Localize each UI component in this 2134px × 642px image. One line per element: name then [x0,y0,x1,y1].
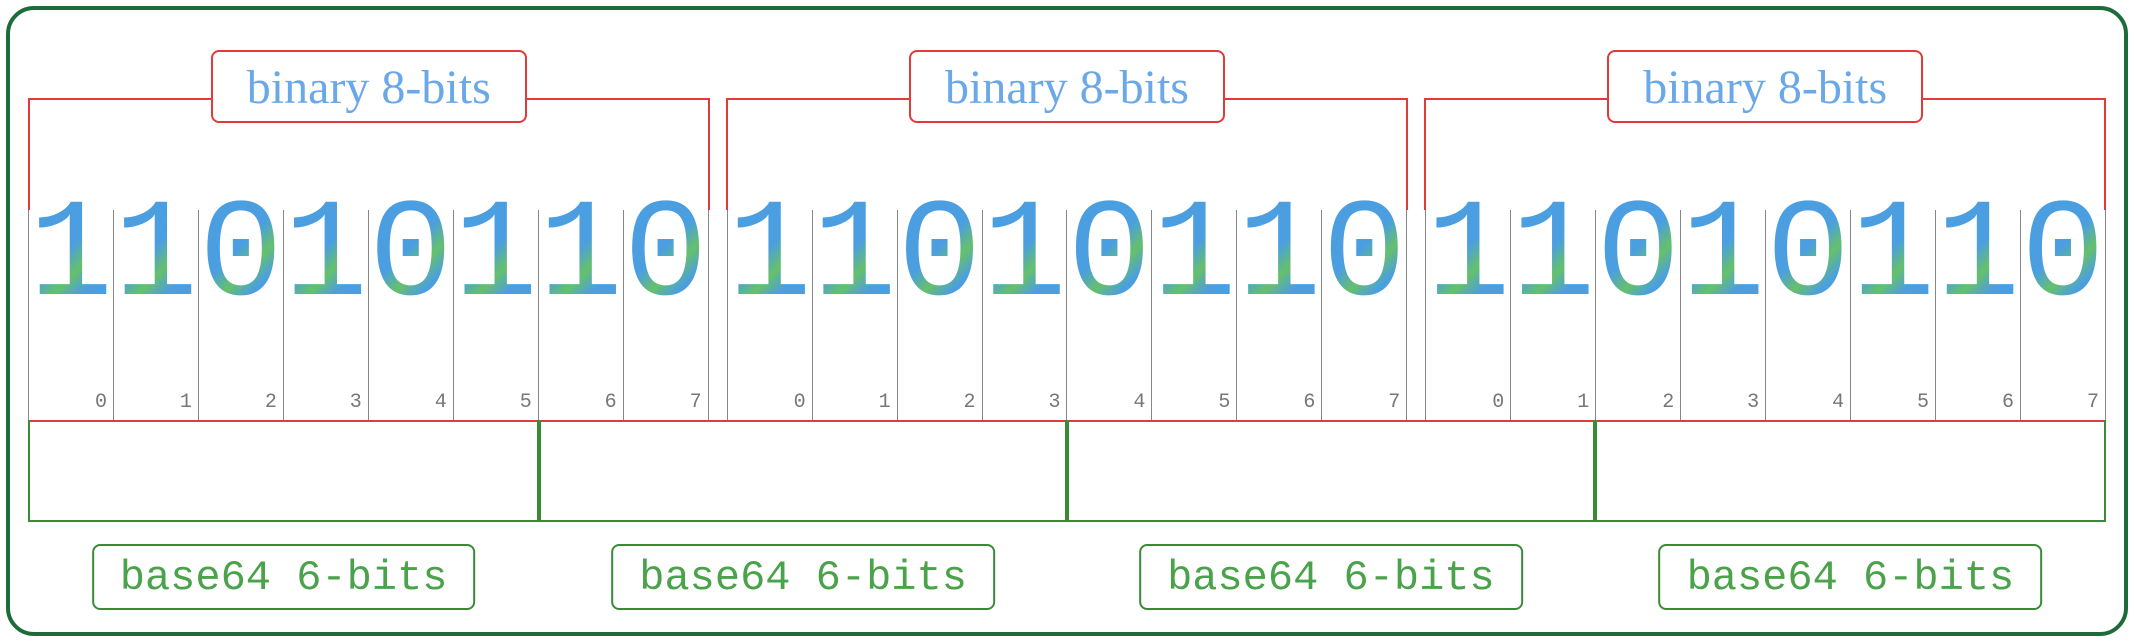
base64-group-3: base64 6-bits [1595,420,2106,610]
bit-index: 0 [1492,391,1504,414]
bit-cell: 02 [897,210,983,420]
bit-index: 4 [1133,391,1145,414]
bit-cells: 10 11 02 13 04 15 16 07 10 11 02 13 04 1… [28,210,2106,420]
base64-label-box: base64 6-bits [1139,544,1523,610]
bit-index: 5 [1917,391,1929,414]
binary-label: binary 8-bits [1643,61,1887,114]
byte-2: 10 11 02 13 04 15 16 07 [1425,210,2106,420]
bit-value: 1 [1237,188,1321,328]
bit-cell: 04 [368,210,454,420]
byte-0: 10 11 02 13 04 15 16 07 [28,210,709,420]
bit-cell: 11 [113,210,199,420]
byte-1: 10 11 02 13 04 15 16 07 [727,210,1408,420]
bit-value: 0 [1067,188,1151,328]
bit-index: 1 [879,391,891,414]
bit-index: 1 [180,391,192,414]
bit-value: 0 [1322,188,1406,328]
bit-cell: 15 [453,210,539,420]
bit-cell: 16 [538,210,624,420]
bit-value: 1 [983,188,1067,328]
bit-index: 5 [520,391,532,414]
bit-value: 1 [813,188,897,328]
bit-cell: 10 [28,210,114,420]
bit-cell: 04 [1066,210,1152,420]
bit-cell: 11 [1510,210,1596,420]
bit-index: 2 [1662,391,1674,414]
bit-cell: 16 [1935,210,2021,420]
bit-cell: 02 [198,210,284,420]
bit-value: 0 [1766,188,1850,328]
base64-label: base64 6-bits [1167,554,1495,602]
bit-value: 1 [1426,188,1510,328]
bit-value: 0 [624,188,708,328]
bit-value: 1 [454,188,538,328]
bit-cell: 13 [1680,210,1766,420]
bit-value: 1 [539,188,623,328]
bit-value: 1 [114,188,198,328]
bit-value: 0 [369,188,453,328]
bit-value: 1 [1152,188,1236,328]
bit-value: 0 [898,188,982,328]
bit-cell: 13 [982,210,1068,420]
bit-index: 3 [1048,391,1060,414]
base64-label-box: base64 6-bits [1659,544,2043,610]
bit-value: 1 [29,188,113,328]
bit-index: 7 [690,391,702,414]
bit-cell: 07 [623,210,709,420]
base64-brackets: base64 6-bits base64 6-bits base64 6-bit… [28,420,2106,610]
base64-label: base64 6-bits [1687,554,2015,602]
bit-value: 1 [1851,188,1935,328]
bit-index: 6 [605,391,617,414]
binary-label: binary 8-bits [247,61,491,114]
bit-value: 1 [1681,188,1765,328]
bit-cell: 11 [812,210,898,420]
bit-cell: 02 [1595,210,1681,420]
base64-group-2: base64 6-bits [1067,420,1595,610]
base64-group-0: base64 6-bits [28,420,539,610]
base64-label: base64 6-bits [120,554,448,602]
bit-index: 0 [95,391,107,414]
bit-value: 0 [2021,188,2105,328]
bit-index: 2 [265,391,277,414]
base64-label-box: base64 6-bits [611,544,995,610]
bit-cell: 07 [1321,210,1407,420]
bit-index: 6 [1303,391,1315,414]
bit-cell: 10 [1425,210,1511,420]
binary-label-box: binary 8-bits [1607,50,1923,123]
bit-value: 0 [1596,188,1680,328]
bit-value: 0 [199,188,283,328]
binary-label-box: binary 8-bits [909,50,1225,123]
bit-index: 3 [350,391,362,414]
bit-cell: 15 [1151,210,1237,420]
bit-cell: 16 [1236,210,1322,420]
diagram-content: binary 8-bits binary 8-bits binary 8-bit… [28,50,2106,606]
bit-index: 0 [794,391,806,414]
bit-cell: 13 [283,210,369,420]
bit-cell: 04 [1765,210,1851,420]
binary-label-box: binary 8-bits [211,50,527,123]
binary-label: binary 8-bits [945,61,1189,114]
bit-index: 4 [435,391,447,414]
bit-index: 6 [2002,391,2014,414]
bit-value: 1 [284,188,368,328]
bit-index: 3 [1747,391,1759,414]
bit-index: 7 [2087,391,2099,414]
bit-value: 1 [1511,188,1595,328]
bit-index: 5 [1218,391,1230,414]
base64-label-box: base64 6-bits [92,544,476,610]
base64-label: base64 6-bits [639,554,967,602]
bit-cell: 10 [727,210,813,420]
bit-cell: 07 [2020,210,2106,420]
bit-index: 4 [1832,391,1844,414]
bit-value: 1 [1936,188,2020,328]
bit-cell: 15 [1850,210,1936,420]
bit-index: 7 [1388,391,1400,414]
bit-index: 1 [1577,391,1589,414]
bit-value: 1 [728,188,812,328]
base64-group-1: base64 6-bits [539,420,1067,610]
bit-index: 2 [964,391,976,414]
